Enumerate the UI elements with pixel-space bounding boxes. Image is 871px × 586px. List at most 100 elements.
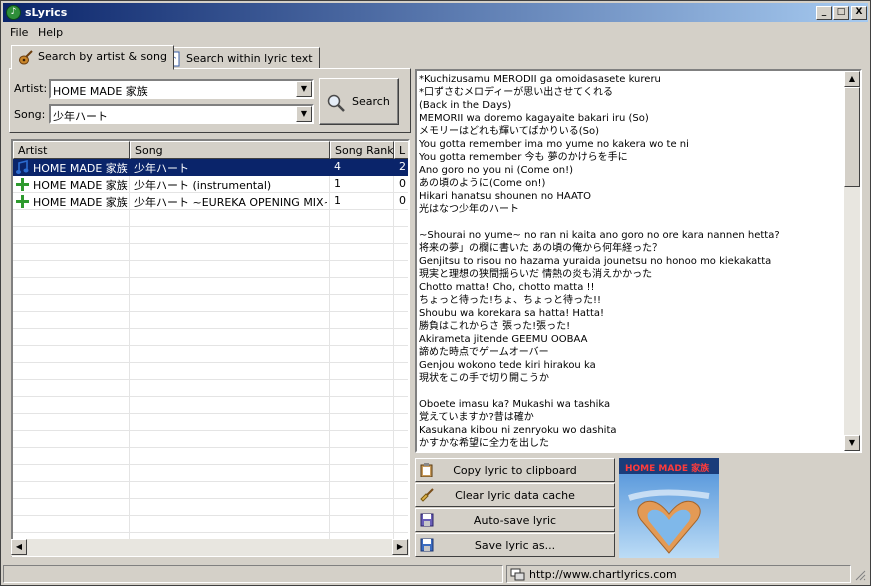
network-icon [510,568,525,581]
tab-lyric-text-label: Search within lyric text [186,52,313,65]
auto-save-button[interactable]: Auto-save lyric [415,508,615,532]
grid-line [13,413,408,414]
copy-lyric-label: Copy lyric to clipboard [453,464,577,477]
row-artist: HOME MADE 家族 [33,196,128,209]
guitar-icon [19,50,33,65]
results-header: Artist Song Song Rank L [13,141,408,159]
lyric-line: 現状をこの手で切り開こうか [419,373,549,384]
tab-artist-song-label: Search by artist & song [38,50,167,63]
lyric-line: ~Shourai no yume~ no ran ni kaita ano go… [419,230,780,241]
menu-bar: File Help [3,23,868,42]
tab-artist-song[interactable]: Search by artist & song [11,45,174,70]
grid-line [13,260,408,261]
lyric-line: Ano goro no you ni (Come on!) [419,165,574,176]
copy-lyric-button[interactable]: Copy lyric to clipboard [415,458,615,482]
status-url[interactable]: http://www.chartlyrics.com [529,568,677,581]
lyric-line: 光はなつ少年のハート [419,204,519,215]
lyric-line: メモリーはどれも輝いてばかりいる(So) [419,126,599,137]
column-song[interactable]: Song [130,141,330,159]
lyric-line: 将来の夢」の欄に書いた あの頃の俺から何年経った？ [419,243,663,254]
grid-line [13,226,408,227]
grid-line [329,159,330,539]
lyric-line: (Back in the Days) [419,100,512,111]
lyric-line: ちょっと待った!ちょ、ちょっと待った!! [419,295,602,306]
row-l: 2 [399,160,406,173]
lyric-line: 勝負はこれからさ 張った!張った! [419,321,571,332]
save-as-label: Save lyric as... [474,539,556,552]
minimize-button[interactable]: _ [816,6,832,20]
window-title: sLyrics [25,6,68,19]
close-button[interactable]: X [851,6,867,20]
scroll-thumb[interactable] [844,87,860,187]
grid-line [13,532,408,533]
song-value: 少年ハート [53,110,108,123]
grid-line [13,345,408,346]
row-rank: 4 [334,160,341,173]
tab-lyric-text[interactable]: ♪ Search within lyric text [159,47,320,69]
song-combo[interactable]: 少年ハート ▼ [49,104,314,124]
table-row[interactable]: HOME MADE 家族 少年ハート 4 2 [13,159,408,176]
grid-line [13,447,408,448]
artist-combo[interactable]: HOME MADE 家族 ▼ [49,79,314,99]
grid-line [13,379,408,380]
scroll-up-button[interactable]: ▲ [844,71,860,87]
lyric-line: 諦めた時点でゲームオーバー [419,347,549,358]
results-hscrollbar[interactable]: ◀ ▶ [11,539,409,556]
lyrics-vscrollbar[interactable]: ▲ ▼ [844,71,860,451]
chevron-down-icon[interactable]: ▼ [296,106,312,122]
artist-value: HOME MADE 家族 [53,85,148,98]
table-row[interactable]: HOME MADE 家族 少年ハート (instrumental) 1 0 [13,176,408,193]
menu-file[interactable]: File [10,26,28,39]
row-rank: 1 [334,194,341,207]
lyric-line: 覚えていますか?昔は確か [419,412,534,423]
resize-grip-icon[interactable] [854,569,866,581]
lyric-line: *Kuchizusamu MERODII ga omoidasasete kur… [419,74,661,85]
lyric-line: You gotta remember ima mo yume no kakera… [419,139,689,150]
scroll-left-button[interactable]: ◀ [11,539,27,555]
artist-label: Artist: [14,82,48,95]
plus-icon [16,195,29,208]
plus-icon [16,178,29,191]
lyric-line: *口ずさむメロディーが思い出させてくれる [419,87,613,98]
title-bar[interactable]: ♪ sLyrics _ □ X [3,3,868,22]
scroll-down-button[interactable]: ▼ [844,435,860,451]
lyric-line: Shoubu wa korekara sa hatta! Hatta! [419,308,605,319]
song-label: Song: [14,108,46,121]
album-title: HOME MADE 家族 [625,464,710,474]
maximize-button[interactable]: □ [833,6,849,20]
column-artist[interactable]: Artist [13,141,130,159]
column-l[interactable]: L [394,141,408,159]
chevron-down-icon[interactable]: ▼ [296,81,312,97]
search-button-label: Search [352,95,390,108]
app-icon: ♪ [6,5,21,20]
grid-line [13,294,408,295]
grid-line [13,464,408,465]
grid-line [13,481,408,482]
music-note-icon [16,160,29,174]
grid-line [129,159,130,539]
lyric-line: あの頃のように(Come on!) [419,178,546,189]
grid-line [393,159,394,539]
row-song: 少年ハート [134,162,189,175]
lyric-line: かすかな希望に全力を出した [419,438,549,449]
grid-line [13,243,408,244]
grid-line [13,362,408,363]
lyric-line: 現実と理想の狭間揺らいだ 情熱の炎も消えかかった [419,269,653,280]
lyric-line: MEMORII wa doremo kagayaite bakari iru (… [419,113,649,124]
table-row[interactable]: HOME MADE 家族 少年ハート ~EUREKA OPENING MIX~ … [13,193,408,210]
grid-line [13,328,408,329]
lyrics-text[interactable]: *Kuchizusamu MERODII ga omoidasasete kur… [415,69,862,453]
lyric-line: Hikari hanatsu shounen no HAATO [419,191,592,202]
lyric-line: Chotto matta! Cho, chotto matta !! [419,282,595,293]
lyric-line: Genjitsu to risou no hazama yuraida joun… [419,256,772,267]
menu-help[interactable]: Help [38,26,63,39]
search-button[interactable]: Search [319,78,399,125]
clear-cache-button[interactable]: Clear lyric data cache [415,483,615,507]
save-as-button[interactable]: Save lyric as... [415,533,615,557]
auto-save-label: Auto-save lyric [473,514,557,527]
row-song: 少年ハート (instrumental) [134,179,272,192]
column-song-rank[interactable]: Song Rank [330,141,394,159]
results-list[interactable]: Artist Song Song Rank L HOME MADE 家族 少年ハ… [11,139,410,557]
grid-line [13,430,408,431]
scroll-right-button[interactable]: ▶ [392,539,408,555]
